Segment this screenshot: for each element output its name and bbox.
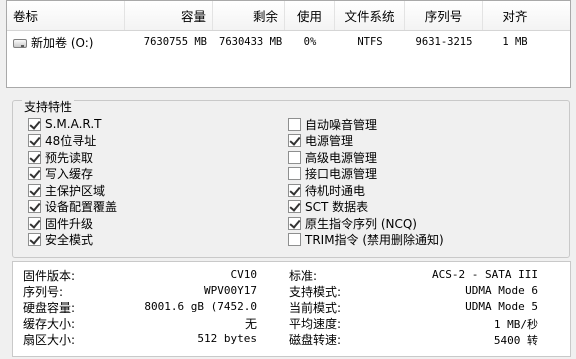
volume-list[interactable]: 卷标 容量 剩余 使用 文件系统 序列号 对齐 新加卷 (O:) 7630755… [6, 0, 571, 88]
feature-label: 高级电源管理 [305, 150, 378, 165]
column-header-capacity[interactable]: 容量 [125, 1, 213, 30]
column-header-alignment[interactable]: 对齐 [483, 1, 547, 30]
feature-checkbox[interactable] [28, 167, 41, 180]
feature-item[interactable]: 48位寻址 [28, 133, 96, 149]
rotation-speed-key: 磁盘转速: [289, 333, 342, 347]
average-speed-value: 1 MB/秒 [493, 318, 538, 331]
feature-item[interactable]: 原生指令序列 (NCQ) [288, 215, 417, 231]
firmware-value: CV10 [230, 268, 258, 281]
feature-label: 电源管理 [305, 134, 354, 148]
firmware-key: 固件版本: [23, 269, 76, 283]
feature-item[interactable]: 预先读取 [28, 149, 93, 165]
column-header-label[interactable]: 卷标 [7, 1, 125, 30]
feature-label: 48位寻址 [45, 134, 97, 148]
feature-label: 接口电源管理 [305, 167, 378, 181]
volume-capacity: 7630755 MB [143, 36, 207, 48]
feature-checkbox[interactable] [28, 216, 41, 230]
feature-item[interactable]: 固件升级 [28, 215, 93, 231]
column-header-filesystem[interactable]: 文件系统 [335, 1, 405, 30]
column-header-serial[interactable]: 序列号 [405, 1, 483, 30]
column-header-used[interactable]: 使用 [285, 1, 335, 30]
feature-label: 预先读取 [45, 150, 94, 165]
feature-checkbox[interactable] [288, 216, 301, 230]
feature-label: 原生指令序列 (NCQ) [305, 216, 417, 231]
feature-checkbox[interactable] [288, 167, 301, 180]
feature-checkbox[interactable] [28, 233, 41, 246]
feature-item[interactable]: 接口电源管理 [288, 166, 377, 182]
feature-label: 写入缓存 [45, 167, 94, 181]
sector-value: 512 bytes [197, 332, 257, 345]
feature-label: SCT 数据表 [305, 200, 369, 214]
feature-item[interactable]: 设备配置覆盖 [28, 199, 117, 215]
feature-item[interactable]: 写入缓存 [28, 166, 93, 182]
volume-alignment: 1 MB [502, 36, 528, 48]
feature-item[interactable]: TRIM指令 (禁用删除通知) [288, 232, 444, 248]
feature-label: 待机时通电 [305, 183, 366, 198]
supported-mode-key: 支持模式: [289, 285, 342, 299]
volume-serial: 9631-3215 [415, 36, 473, 48]
feature-checkbox[interactable] [288, 183, 301, 197]
drive-info-panel: 固件版本: CV10 序列号: WPV00Y17 硬盘容量: 8001.6 gB… [12, 261, 571, 357]
column-header-free[interactable]: 剩余 [213, 1, 285, 30]
volume-label: 新加卷 (O:) [31, 35, 94, 50]
feature-checkbox[interactable] [28, 134, 41, 147]
feature-checkbox[interactable] [28, 183, 41, 197]
serial-key: 序列号: [23, 285, 64, 299]
table-row[interactable]: 新加卷 (O:) 7630755 MB 7630433 MB 0% NTFS 9… [7, 32, 570, 52]
standard-value: ACS-2 - SATA III [432, 268, 538, 281]
current-mode-value: UDMA Mode 5 [465, 300, 538, 313]
volume-list-header: 卷标 容量 剩余 使用 文件系统 序列号 对齐 [7, 1, 570, 31]
average-speed-key: 平均速度: [289, 317, 342, 331]
feature-item[interactable]: 自动噪音管理 [288, 116, 377, 132]
feature-item[interactable]: 安全模式 [28, 232, 93, 248]
features-group-title: 支持特性 [22, 100, 75, 114]
feature-item[interactable]: 待机时通电 [288, 182, 365, 198]
feature-checkbox[interactable] [28, 117, 41, 131]
feature-item[interactable]: 主保护区域 [28, 182, 105, 198]
feature-label: S.M.A.R.T [45, 117, 102, 131]
feature-item[interactable]: 电源管理 [288, 133, 353, 149]
supported-mode-value: UDMA Mode 6 [465, 284, 538, 297]
feature-label: 安全模式 [45, 233, 94, 247]
current-mode-key: 当前模式: [289, 301, 342, 315]
feature-label: 固件升级 [45, 216, 94, 231]
feature-checkbox[interactable] [288, 134, 301, 147]
feature-label: 主保护区域 [45, 183, 106, 198]
capacity-value: 8001.6 gB (7452.0 [144, 300, 257, 313]
feature-label: 自动噪音管理 [305, 117, 378, 132]
feature-checkbox[interactable] [288, 150, 301, 164]
feature-checkbox[interactable] [288, 200, 301, 213]
feature-item[interactable]: 高级电源管理 [288, 149, 377, 165]
standard-key: 标准: [289, 269, 318, 283]
drive-icon [13, 38, 27, 48]
rotation-speed-value: 5400 转 [493, 334, 538, 347]
volume-used: 0% [303, 36, 317, 48]
volume-filesystem: NTFS [357, 36, 383, 48]
serial-value: WPV00Y17 [204, 284, 257, 297]
volume-free: 7630433 MB [219, 36, 283, 48]
feature-label: TRIM指令 (禁用删除通知) [305, 233, 444, 247]
feature-checkbox[interactable] [28, 150, 41, 164]
volume-label-cell: 新加卷 (O:) [7, 34, 125, 51]
feature-item[interactable]: S.M.A.R.T [28, 116, 101, 132]
feature-checkbox[interactable] [288, 233, 301, 246]
feature-checkbox[interactable] [288, 117, 301, 131]
feature-label: 设备配置覆盖 [45, 200, 118, 214]
cache-key: 缓存大小: [23, 317, 76, 331]
sector-key: 扇区大小: [23, 333, 76, 347]
feature-checkbox[interactable] [28, 200, 41, 213]
cache-value: 无 [244, 317, 257, 331]
capacity-key: 硬盘容量: [23, 301, 76, 315]
feature-item[interactable]: SCT 数据表 [288, 199, 368, 215]
